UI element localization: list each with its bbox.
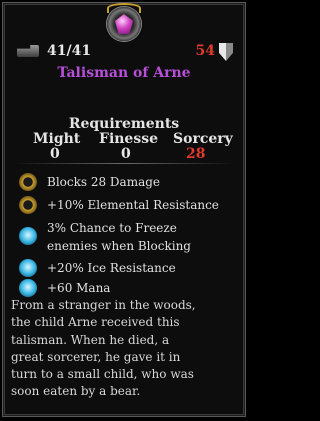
stat-finesse-value: 0 <box>121 146 131 162</box>
item-tooltip: 41/41 54 Talisman of Arne Requirements M… <box>2 2 246 417</box>
ice-orb-icon <box>19 227 37 245</box>
talisman-gem-icon <box>107 3 141 41</box>
stat-sorcery-label: Sorcery <box>173 131 233 147</box>
item-value: 54 <box>195 43 215 59</box>
item-description: From a stranger in the woods, the child … <box>11 298 196 399</box>
weight-icon <box>17 45 39 57</box>
stat-sorcery-value: 28 <box>186 146 206 162</box>
shield-icon <box>219 43 233 61</box>
requirements-title: Requirements <box>68 116 180 132</box>
durability-value: 41/41 <box>47 43 92 59</box>
gold-ring-icon <box>19 173 37 191</box>
divider <box>11 163 237 164</box>
stat-might-value: 0 <box>50 146 60 162</box>
stat-finesse-label: Finesse <box>99 131 159 147</box>
gold-ring-icon <box>19 196 37 214</box>
item-name: Talisman of Arne <box>57 65 191 81</box>
ice-orb-icon <box>19 279 37 297</box>
stat-might-label: Might <box>33 131 81 147</box>
ice-orb-icon <box>19 259 37 277</box>
